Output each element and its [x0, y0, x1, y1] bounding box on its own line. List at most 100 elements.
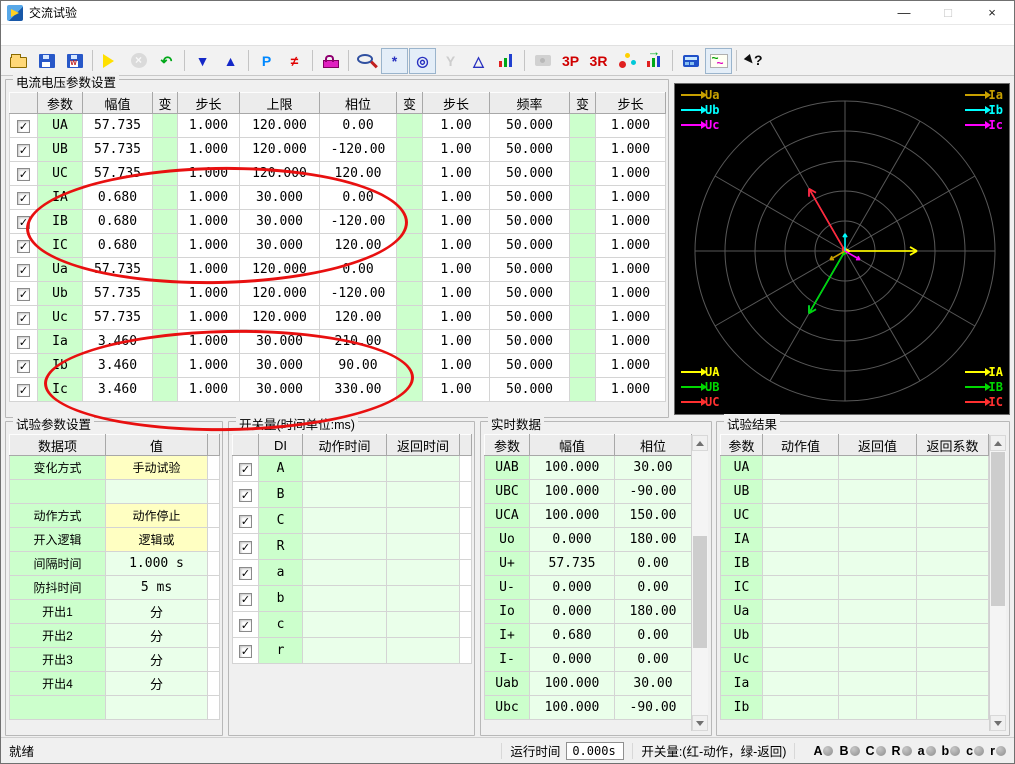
phase-step-cell[interactable]: 1.00 — [423, 354, 490, 378]
y-connection-button[interactable]: Y — [437, 48, 464, 74]
vary-cell-2[interactable] — [397, 330, 423, 354]
phase-cell[interactable]: 330.00 — [320, 378, 397, 402]
frequency-cell[interactable]: 50.000 — [490, 234, 570, 258]
vary-cell-3[interactable] — [570, 138, 596, 162]
vary-cell-3[interactable] — [570, 234, 596, 258]
frequency-cell[interactable]: 50.000 — [490, 186, 570, 210]
freq-step-cell[interactable]: 1.000 — [596, 330, 666, 354]
amp-step-cell[interactable]: 1.000 — [178, 234, 240, 258]
vary-cell-3[interactable] — [570, 378, 596, 402]
freq-step-cell[interactable]: 1.000 — [596, 114, 666, 138]
limit-cell[interactable]: 120.000 — [240, 258, 320, 282]
phase-cell[interactable]: 120.00 — [320, 162, 397, 186]
frequency-cell[interactable]: 50.000 — [490, 306, 570, 330]
freq-step-cell[interactable]: 1.000 — [596, 162, 666, 186]
vary-cell-3[interactable] — [570, 210, 596, 234]
limit-cell[interactable]: 120.000 — [240, 282, 320, 306]
scroll-down-button[interactable] — [990, 715, 1006, 731]
vary-cell-3[interactable] — [570, 162, 596, 186]
vary-cell-1[interactable] — [153, 114, 178, 138]
vary-cell-1[interactable] — [153, 306, 178, 330]
amplitude-cell[interactable]: 3.460 — [83, 378, 153, 402]
setting-value-cell[interactable]: 逻辑或 — [106, 528, 208, 552]
polar-view-button[interactable]: ◎ — [409, 48, 436, 74]
freq-step-cell[interactable]: 1.000 — [596, 354, 666, 378]
amp-step-cell[interactable]: 1.000 — [178, 138, 240, 162]
phase-step-cell[interactable]: 1.00 — [423, 138, 490, 162]
row-checkbox[interactable] — [17, 216, 30, 229]
vary-cell-1[interactable] — [153, 210, 178, 234]
row-checkbox[interactable] — [17, 192, 30, 205]
limit-cell[interactable]: 30.000 — [240, 186, 320, 210]
save-report-button[interactable] — [61, 48, 88, 74]
frequency-cell[interactable]: 50.000 — [490, 282, 570, 306]
amp-step-cell[interactable]: 1.000 — [178, 162, 240, 186]
frequency-cell[interactable]: 50.000 — [490, 354, 570, 378]
setting-value-cell[interactable]: 5 ms — [106, 576, 208, 600]
amplitude-cell[interactable]: 57.735 — [83, 138, 153, 162]
amp-step-cell[interactable]: 1.000 — [178, 378, 240, 402]
freq-step-cell[interactable]: 1.000 — [596, 210, 666, 234]
phase-step-cell[interactable]: 1.00 — [423, 378, 490, 402]
vertical-scrollbar[interactable] — [691, 435, 708, 731]
vary-cell-1[interactable] — [153, 162, 178, 186]
limit-cell[interactable]: 120.000 — [240, 114, 320, 138]
menu-item[interactable] — [41, 33, 61, 37]
phase-cell[interactable]: -120.00 — [320, 138, 397, 162]
lock-button[interactable] — [317, 48, 344, 74]
vary-cell-1[interactable] — [153, 354, 178, 378]
report-chart-button[interactable] — [641, 48, 668, 74]
freq-step-cell[interactable]: 1.000 — [596, 138, 666, 162]
vary-cell-2[interactable] — [397, 114, 423, 138]
frequency-cell[interactable]: 50.000 — [490, 114, 570, 138]
context-help-button[interactable] — [741, 48, 768, 74]
amplitude-cell[interactable]: 57.735 — [83, 306, 153, 330]
amplitude-cell[interactable]: 57.735 — [83, 162, 153, 186]
frequency-cell[interactable]: 50.000 — [490, 138, 570, 162]
row-checkbox[interactable] — [17, 240, 30, 253]
di-checkbox[interactable] — [239, 489, 252, 502]
save-button[interactable] — [33, 48, 60, 74]
setting-value-cell[interactable] — [106, 480, 208, 504]
phase-cell[interactable]: 120.00 — [320, 234, 397, 258]
phase-step-cell[interactable]: 1.00 — [423, 186, 490, 210]
step-decrease-button[interactable]: ▼ — [189, 48, 216, 74]
amplitude-cell[interactable]: 57.735 — [83, 258, 153, 282]
di-checkbox[interactable] — [239, 593, 252, 606]
row-checkbox[interactable] — [17, 288, 30, 301]
phase-step-cell[interactable]: 1.00 — [423, 306, 490, 330]
amp-step-cell[interactable]: 1.000 — [178, 258, 240, 282]
minimize-button[interactable]: — — [882, 1, 926, 24]
vary-cell-1[interactable] — [153, 258, 178, 282]
row-checkbox[interactable] — [17, 336, 30, 349]
start-test-button[interactable] — [97, 48, 124, 74]
vary-cell-3[interactable] — [570, 330, 596, 354]
limit-cell[interactable]: 30.000 — [240, 210, 320, 234]
row-checkbox[interactable] — [17, 312, 30, 325]
close-button[interactable]: × — [970, 1, 1014, 24]
burst-view-button[interactable]: * — [381, 48, 408, 74]
vary-cell-2[interactable] — [397, 186, 423, 210]
row-checkbox[interactable] — [17, 264, 30, 277]
menu-item[interactable] — [1, 33, 21, 37]
vary-cell-1[interactable] — [153, 234, 178, 258]
row-checkbox[interactable] — [17, 144, 30, 157]
phase-cell[interactable]: 120.00 — [320, 306, 397, 330]
limit-cell[interactable]: 30.000 — [240, 234, 320, 258]
vary-cell-3[interactable] — [570, 114, 596, 138]
phase-step-cell[interactable]: 1.00 — [423, 162, 490, 186]
frequency-cell[interactable]: 50.000 — [490, 210, 570, 234]
three-phase-r-button[interactable]: 3R — [585, 48, 612, 74]
scroll-up-button[interactable] — [692, 435, 708, 451]
setting-value-cell[interactable]: 分 — [106, 600, 208, 624]
vary-cell-2[interactable] — [397, 378, 423, 402]
vary-cell-2[interactable] — [397, 234, 423, 258]
fault-button[interactable]: ≠ — [281, 48, 308, 74]
phase-step-cell[interactable]: 1.00 — [423, 282, 490, 306]
scroll-up-button[interactable] — [990, 435, 1006, 451]
freq-step-cell[interactable]: 1.000 — [596, 186, 666, 210]
scroll-thumb[interactable] — [693, 536, 707, 648]
frequency-cell[interactable]: 50.000 — [490, 330, 570, 354]
freq-step-cell[interactable]: 1.000 — [596, 378, 666, 402]
setting-value-cell[interactable] — [106, 696, 208, 720]
